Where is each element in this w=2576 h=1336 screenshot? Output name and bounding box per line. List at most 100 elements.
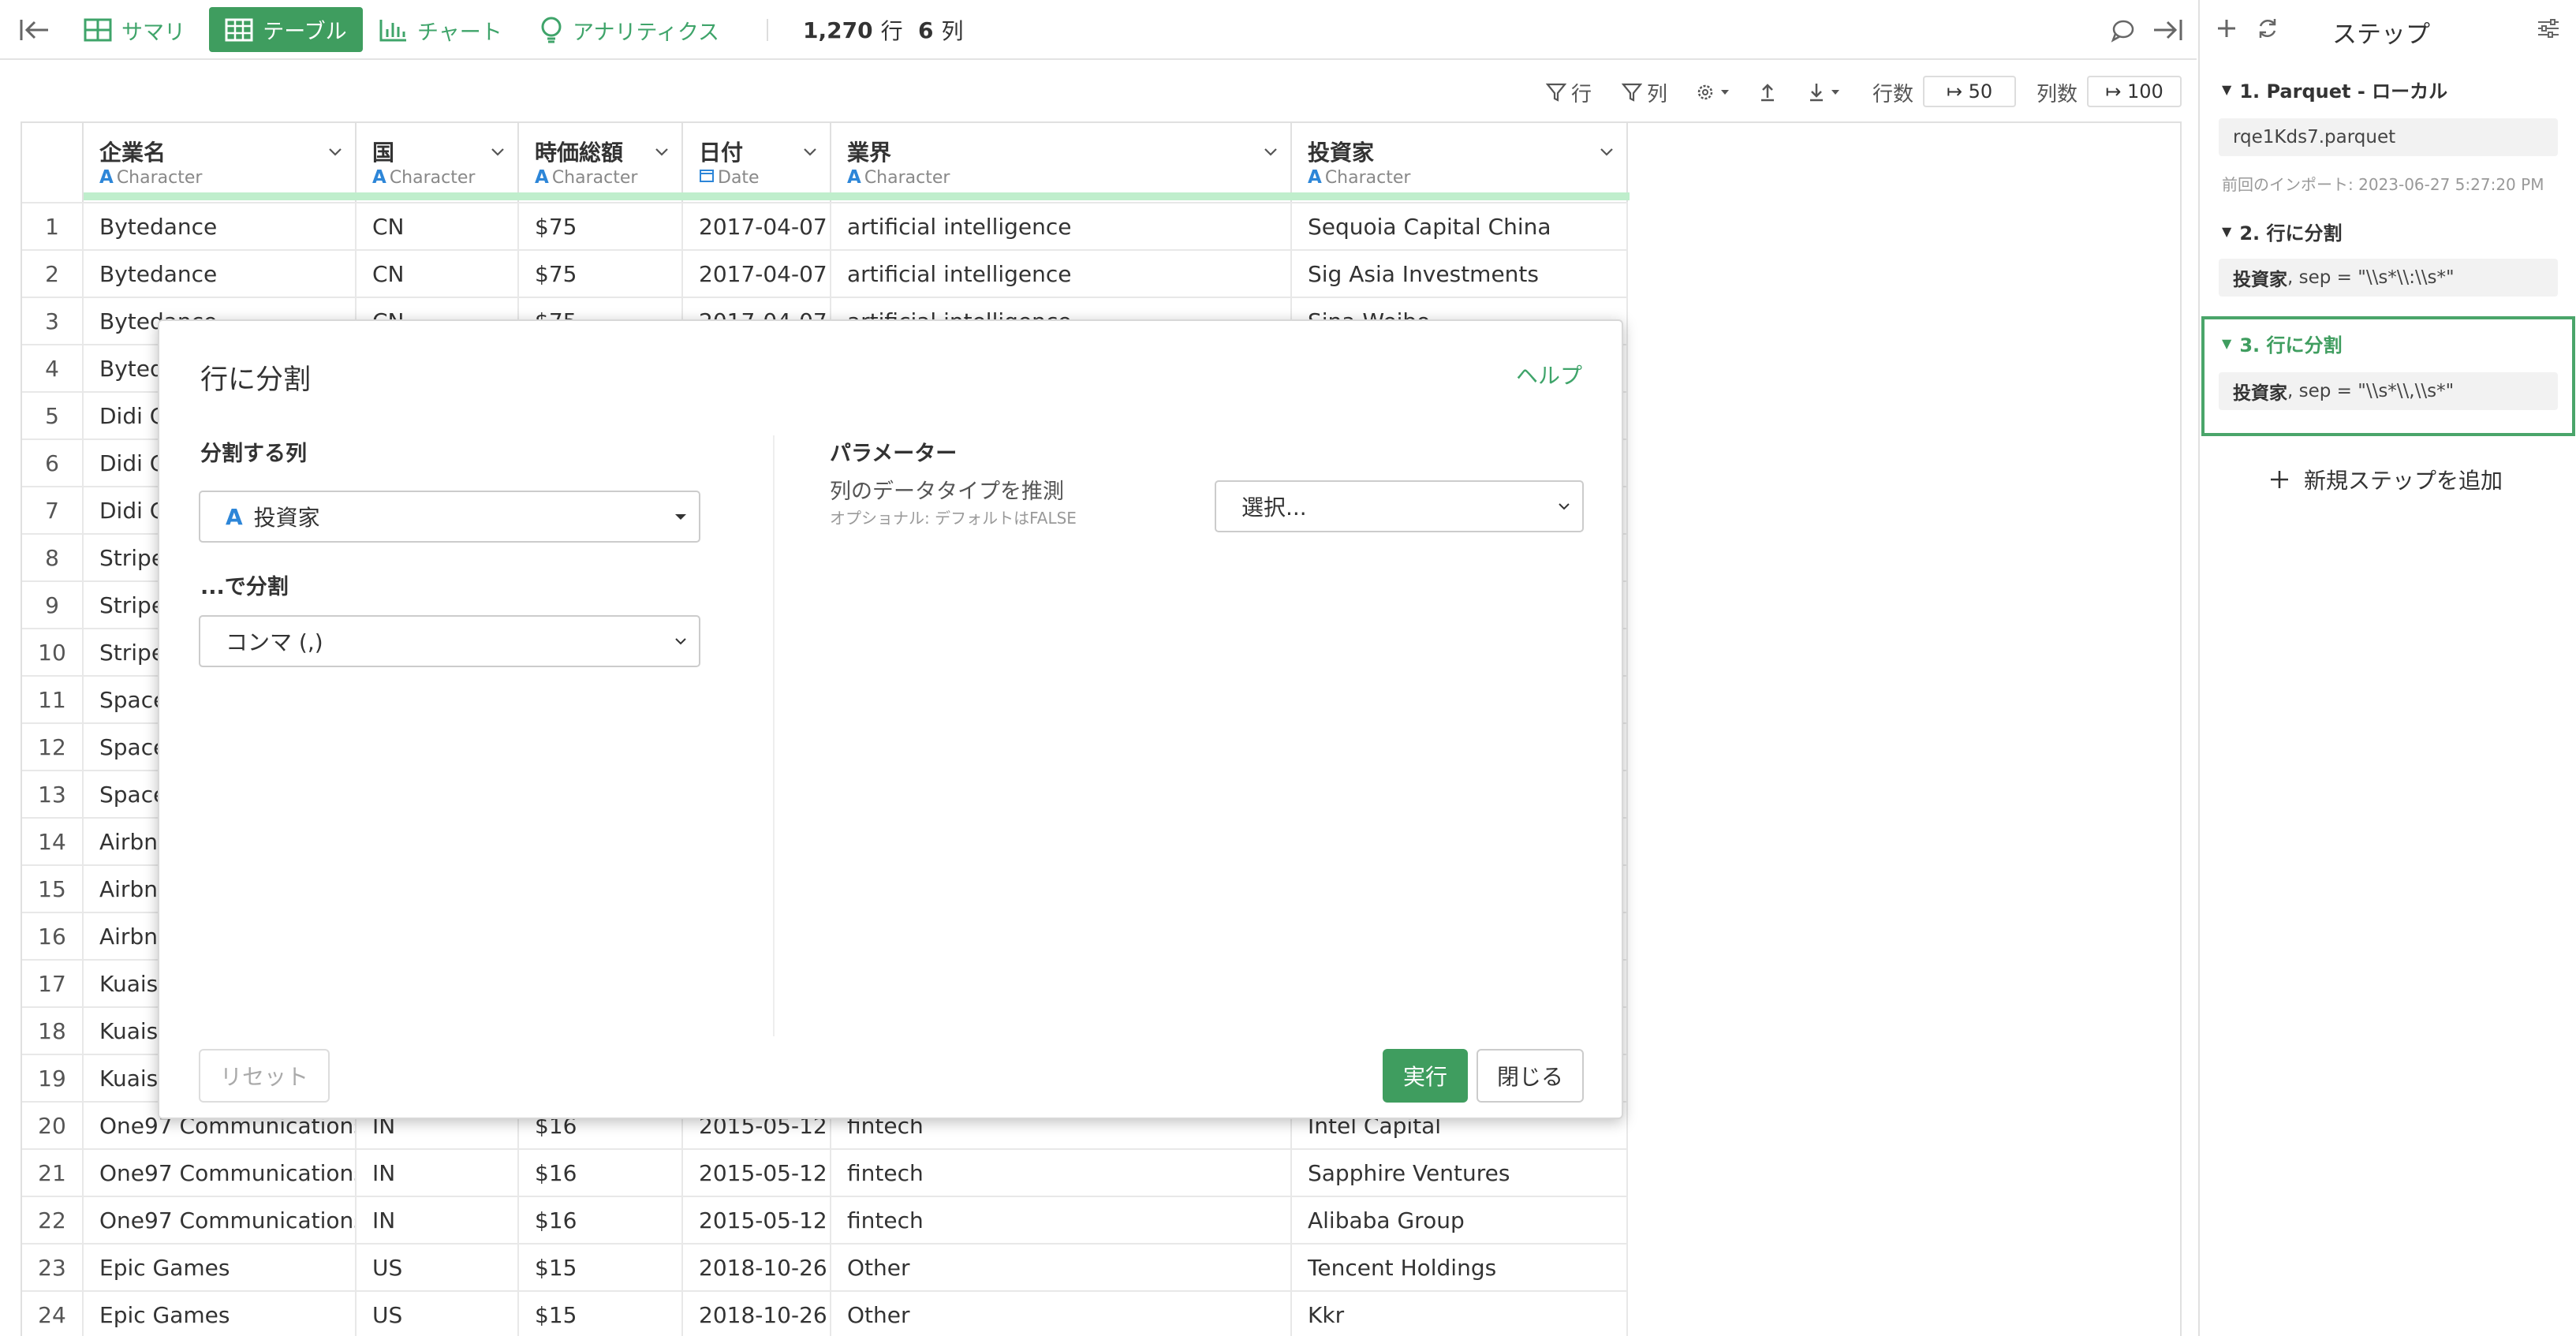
arrow-right-bar-icon: ↦ xyxy=(1946,80,1969,103)
col-count: 6列 xyxy=(918,0,964,60)
column-header[interactable]: 日付 Date xyxy=(683,123,831,202)
column-name: 投資家 xyxy=(1308,140,1375,166)
character-type-icon: A xyxy=(372,167,386,188)
column-type: A Character xyxy=(99,167,202,188)
column-name: 国 xyxy=(372,140,395,166)
step-2-title: 2. 行に分割 xyxy=(2239,222,2343,244)
table-cell: 2015-05-12 xyxy=(683,1197,831,1243)
table-cell: US xyxy=(357,1245,519,1290)
chevron-down-icon[interactable] xyxy=(1598,144,1615,161)
rows-input[interactable]: ↦ 50 xyxy=(1923,76,2016,107)
collapse-left-icon[interactable] xyxy=(19,16,50,44)
filter-icon xyxy=(1546,83,1566,102)
table-cell: $75 xyxy=(519,251,683,297)
split-by-select[interactable]: コンマ (,) xyxy=(199,615,700,667)
chevron-down-icon[interactable] xyxy=(1262,144,1279,161)
add-step-button[interactable]: 新規ステップを追加 xyxy=(2269,464,2503,495)
column-name: 業界 xyxy=(847,140,892,166)
row-number: 17 xyxy=(22,961,84,1006)
table-row: 2 Bytedance CN $75 2017-04-07 artificial inte… xyxy=(22,249,1628,297)
row-number: 8 xyxy=(22,535,84,580)
column-type: A Character xyxy=(535,167,637,188)
collapse-right-icon[interactable] xyxy=(2152,16,2183,44)
step-3-title: 3. 行に分割 xyxy=(2239,334,2343,356)
table-cell: $75 xyxy=(519,203,683,249)
refresh-icon[interactable] xyxy=(2253,14,2282,43)
chevron-down-icon[interactable] xyxy=(653,144,670,161)
row-number: 14 xyxy=(22,819,84,864)
row-filter-button[interactable]: 行 xyxy=(1546,62,1592,123)
row-number: 24 xyxy=(22,1292,84,1336)
reset-button[interactable]: リセット xyxy=(199,1049,330,1103)
tab-table[interactable]: テーブル xyxy=(209,7,363,52)
chart-icon xyxy=(379,20,406,42)
column-header[interactable]: 時価総額 A Character xyxy=(519,123,683,202)
row-number: 22 xyxy=(22,1197,84,1243)
col-filter-button[interactable]: 列 xyxy=(1622,62,1667,123)
row-number: 19 xyxy=(22,1055,84,1101)
table-cell: Sig Asia Investments xyxy=(1292,251,1628,297)
upload-button[interactable] xyxy=(1757,62,1783,123)
plus-icon[interactable] xyxy=(2212,14,2241,43)
column-type-label: Character xyxy=(551,167,638,188)
table-cell: IN xyxy=(357,1197,519,1243)
column-select[interactable]: A 投資家 xyxy=(199,491,700,543)
column-header[interactable]: 投資家 A Character xyxy=(1292,123,1628,202)
tab-analytics-label: アナリティクス xyxy=(573,20,720,45)
calendar-icon xyxy=(699,167,715,188)
step-1-header[interactable]: ▼ 1. Parquet - ローカル xyxy=(2222,76,2447,103)
chevron-down-icon[interactable] xyxy=(489,144,506,161)
column-header[interactable]: 企業名 A Character xyxy=(84,123,357,202)
tab-chart[interactable]: チャート xyxy=(379,0,502,60)
row-count: 1,270 行 xyxy=(803,0,903,60)
step-1-detail[interactable]: rqe1Kds7.parquet xyxy=(2219,118,2558,156)
table-cell: Sapphire Ventures xyxy=(1292,1150,1628,1196)
character-type-icon: A xyxy=(1308,167,1322,188)
run-button[interactable]: 実行 xyxy=(1383,1049,1468,1103)
cols-label: 列数 xyxy=(2037,82,2078,106)
column-type-label: Date xyxy=(718,167,760,188)
close-button[interactable]: 閉じる xyxy=(1477,1049,1584,1103)
column-type-label: Character xyxy=(1324,167,1411,188)
download-dropdown[interactable] xyxy=(1806,62,1850,123)
column-header[interactable]: 国 A Character xyxy=(357,123,519,202)
table-cell: fintech xyxy=(831,1197,1292,1243)
cols-value: 100 xyxy=(2126,80,2163,103)
arrow-right-bar-icon: ↦ xyxy=(2105,80,2127,103)
help-link[interactable]: ヘルプ xyxy=(1516,359,1582,390)
step-3-header[interactable]: ▼ 3. 行に分割 xyxy=(2222,330,2342,357)
row-number: 18 xyxy=(22,1008,84,1054)
column-type: A Character xyxy=(847,167,950,188)
infer-type-select[interactable]: 選択... xyxy=(1215,480,1584,532)
tab-analytics[interactable]: アナリティクス xyxy=(539,0,719,60)
row-count-unit: 行 xyxy=(880,18,903,44)
chevron-down-icon[interactable] xyxy=(801,144,819,161)
plus-icon xyxy=(2271,471,2288,488)
step-3-detail[interactable]: 投資家, sep = "\\s*\\,\\s*" xyxy=(2219,372,2558,410)
table-cell: CN xyxy=(357,203,519,249)
comment-icon[interactable] xyxy=(2109,17,2136,44)
table-row: 1 Bytedance CN $75 2017-04-07 artificial inte… xyxy=(22,202,1628,249)
column-name: 時価総額 xyxy=(535,140,624,166)
column-header[interactable]: 業界 A Character xyxy=(831,123,1292,202)
step-2-detail[interactable]: 投資家, sep = "\\s*\\:\\s*" xyxy=(2219,259,2558,297)
sliders-icon[interactable] xyxy=(2534,14,2563,43)
column-type-label: Character xyxy=(864,167,950,188)
tab-summary[interactable]: サマリ xyxy=(84,0,185,60)
character-type-icon: A xyxy=(535,167,549,188)
steps-panel: ステップ ▼ 1. Parquet - ローカル rqe1Kds7.parquet… xyxy=(2198,0,2576,1336)
download-icon xyxy=(1810,84,1839,102)
column-name: 企業名 xyxy=(99,140,166,166)
chevron-down-icon[interactable] xyxy=(327,144,344,161)
settings-dropdown[interactable] xyxy=(1696,62,1740,123)
table-cell: CN xyxy=(357,251,519,297)
col-count-unit: 列 xyxy=(941,18,964,44)
cols-input[interactable]: ↦ 100 xyxy=(2087,76,2182,107)
step-2-column: 投資家 xyxy=(2233,270,2287,290)
table-cell: $15 xyxy=(519,1245,683,1290)
col-count-value: 6 xyxy=(918,17,934,43)
infer-type-sub: オプショナル: デフォルトはFALSE xyxy=(830,509,1077,528)
step-2-header[interactable]: ▼ 2. 行に分割 xyxy=(2222,218,2342,245)
tab-chart-label: チャート xyxy=(417,20,502,45)
row-number: 12 xyxy=(22,724,84,770)
